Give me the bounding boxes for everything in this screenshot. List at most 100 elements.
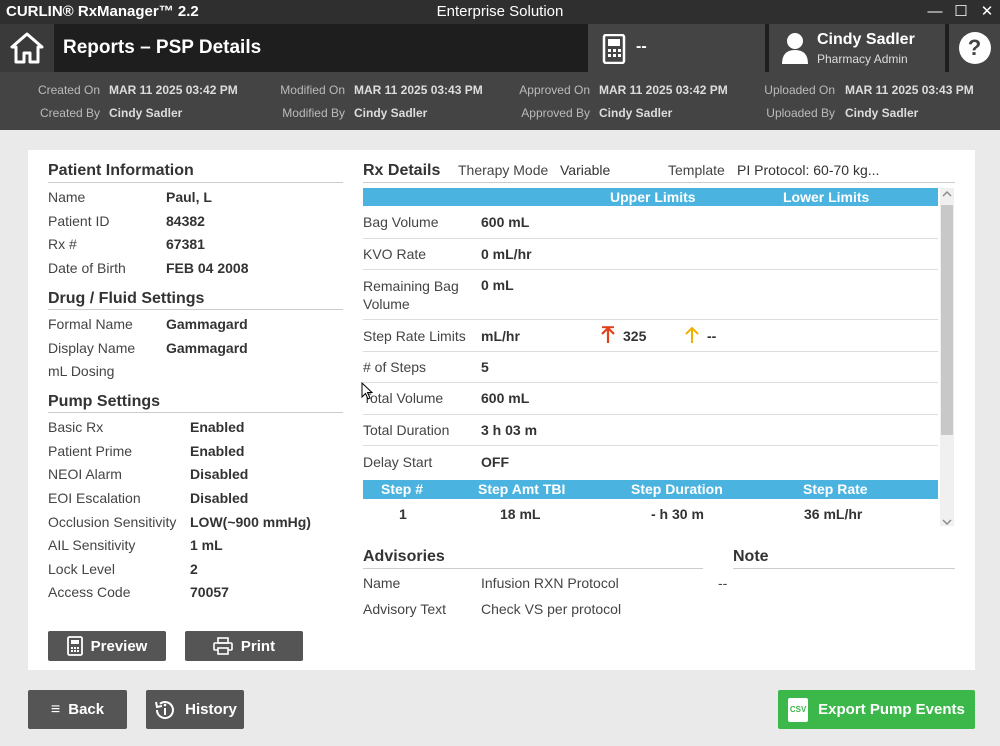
rx-scrollbar-thumb[interactable] xyxy=(941,205,953,435)
patient-id-label: Patient ID xyxy=(48,213,110,229)
rx-number-value: 67381 xyxy=(166,236,205,252)
modified-on-label: Modified On xyxy=(280,83,345,97)
therapy-mode-label: Therapy Mode xyxy=(458,162,549,178)
upper-limits-header: Upper Limits xyxy=(610,189,696,205)
advisories-title: Advisories xyxy=(363,548,445,565)
title-bar: CURLIN® RxManager™ 2.2 Enterprise Soluti… xyxy=(0,0,1000,24)
modified-by-value: Cindy Sadler xyxy=(354,106,428,120)
ml-dosing-label: mL Dosing xyxy=(48,363,115,379)
scroll-up-icon[interactable] xyxy=(942,190,952,198)
export-label: Export Pump Events xyxy=(818,701,965,718)
rx-details-title: Rx Details xyxy=(363,162,441,179)
formal-name-value: Gammagard xyxy=(166,316,248,332)
home-icon xyxy=(10,32,44,64)
template-label: Template xyxy=(668,162,725,178)
kvo-rate-value: 0 mL/hr xyxy=(481,246,532,262)
history-label: History xyxy=(185,701,237,718)
uploaded-on-value: MAR 11 2025 03:43 PM xyxy=(845,83,974,97)
created-on-value: MAR 11 2025 03:42 PM xyxy=(109,83,238,97)
user-avatar-icon xyxy=(782,33,808,64)
step-rate-limits-unit: mL/hr xyxy=(481,328,520,344)
step-rate-header: Step Rate xyxy=(803,481,868,497)
note-value: -- xyxy=(718,575,728,591)
user-menu[interactable]: Cindy Sadler Pharmacy Admin xyxy=(769,24,945,72)
steps-table-header: Step # Step Amt TBI Step Duration Step R… xyxy=(363,480,938,499)
divider xyxy=(733,568,955,569)
export-pump-events-button[interactable]: CSV Export Pump Events xyxy=(778,690,975,729)
mouse-cursor-icon xyxy=(361,382,373,400)
divider xyxy=(363,182,955,183)
approved-by-value: Cindy Sadler xyxy=(599,106,673,120)
bag-volume-label: Bag Volume xyxy=(363,214,439,230)
pump-value: -- xyxy=(636,38,647,55)
history-button[interactable]: History xyxy=(146,690,244,729)
row-divider xyxy=(363,238,938,239)
limits-header: Upper Limits Lower Limits xyxy=(363,188,938,206)
basic-rx-value: Enabled xyxy=(190,419,245,435)
preview-label: Preview xyxy=(90,637,148,655)
user-name: Cindy Sadler xyxy=(817,31,915,48)
step-duration-cell: - h 30 m xyxy=(651,506,704,522)
print-label: Print xyxy=(240,637,276,655)
upper-limit-arrow-icon xyxy=(601,326,615,343)
user-role: Pharmacy Admin xyxy=(817,52,908,66)
delay-start-value: OFF xyxy=(481,454,509,470)
step-rate-limits-label: Step Rate Limits xyxy=(363,328,466,344)
page-title: Reports – PSP Details xyxy=(63,37,262,58)
display-name-label: Display Name xyxy=(48,340,136,356)
access-code-label: Access Code xyxy=(48,584,131,600)
rx-number-label: Rx # xyxy=(48,236,77,252)
template-value: PI Protocol: 60-70 kg... xyxy=(737,162,880,178)
total-volume-label: Total Volume xyxy=(363,390,444,406)
eoi-escalation-value: Disabled xyxy=(190,490,249,506)
pump-status[interactable]: -- xyxy=(588,24,765,72)
preview-button[interactable]: Preview xyxy=(48,631,166,661)
row-divider xyxy=(363,414,938,415)
step-number-header: Step # xyxy=(381,481,424,497)
created-by-value: Cindy Sadler xyxy=(109,106,183,120)
back-button[interactable]: ≡ Back xyxy=(28,690,127,729)
uploaded-on-label: Uploaded On xyxy=(764,83,835,97)
row-divider xyxy=(363,445,938,446)
drug-settings-title: Drug / Fluid Settings xyxy=(48,290,205,307)
print-button[interactable]: Print xyxy=(185,631,303,661)
ail-sensitivity-value: 1 mL xyxy=(190,537,223,553)
num-steps-value: 5 xyxy=(481,359,489,375)
home-button[interactable] xyxy=(0,24,54,72)
row-divider xyxy=(363,351,938,352)
details-panel: Patient Information Name Paul, L Patient… xyxy=(28,150,975,670)
row-divider xyxy=(363,319,938,320)
window-title: Enterprise Solution xyxy=(436,3,564,20)
approved-on-label: Approved On xyxy=(519,83,590,97)
note-title: Note xyxy=(733,548,769,565)
uploaded-by-value: Cindy Sadler xyxy=(845,106,919,120)
total-duration-value: 3 h 03 m xyxy=(481,422,538,438)
dob-value: FEB 04 2008 xyxy=(166,260,249,276)
back-label: Back xyxy=(68,701,105,718)
divider xyxy=(48,182,343,183)
uploaded-by-label: Uploaded By xyxy=(766,106,835,120)
menu-icon: ≡ xyxy=(50,700,61,718)
dob-label: Date of Birth xyxy=(48,260,126,276)
help-button[interactable]: ? xyxy=(949,24,1000,72)
close-button[interactable]: ✕ xyxy=(970,0,1000,24)
occlusion-sensitivity-label: Occlusion Sensitivity xyxy=(48,514,177,530)
pump-device-icon xyxy=(602,34,626,64)
step-rate-cell: 36 mL/hr xyxy=(804,506,863,522)
approved-on-value: MAR 11 2025 03:42 PM xyxy=(599,83,728,97)
patient-info-title: Patient Information xyxy=(48,162,194,179)
approved-by-label: Approved By xyxy=(521,106,590,120)
divider xyxy=(48,309,343,310)
patient-name-label: Name xyxy=(48,189,86,205)
lock-level-value: 2 xyxy=(190,561,198,577)
lock-level-label: Lock Level xyxy=(48,561,115,577)
csv-file-icon: CSV xyxy=(788,697,809,722)
step-amount-header: Step Amt TBI xyxy=(478,481,566,497)
modified-on-value: MAR 11 2025 03:43 PM xyxy=(354,83,483,97)
printer-icon xyxy=(213,637,233,655)
scroll-down-icon[interactable] xyxy=(942,518,952,526)
record-metadata: Created On MAR 11 2025 03:42 PM Created … xyxy=(0,72,1000,130)
advisory-text-value: Check VS per protocol xyxy=(481,601,622,617)
lower-step-rate-value: -- xyxy=(707,328,717,344)
total-duration-label: Total Duration xyxy=(363,422,450,438)
